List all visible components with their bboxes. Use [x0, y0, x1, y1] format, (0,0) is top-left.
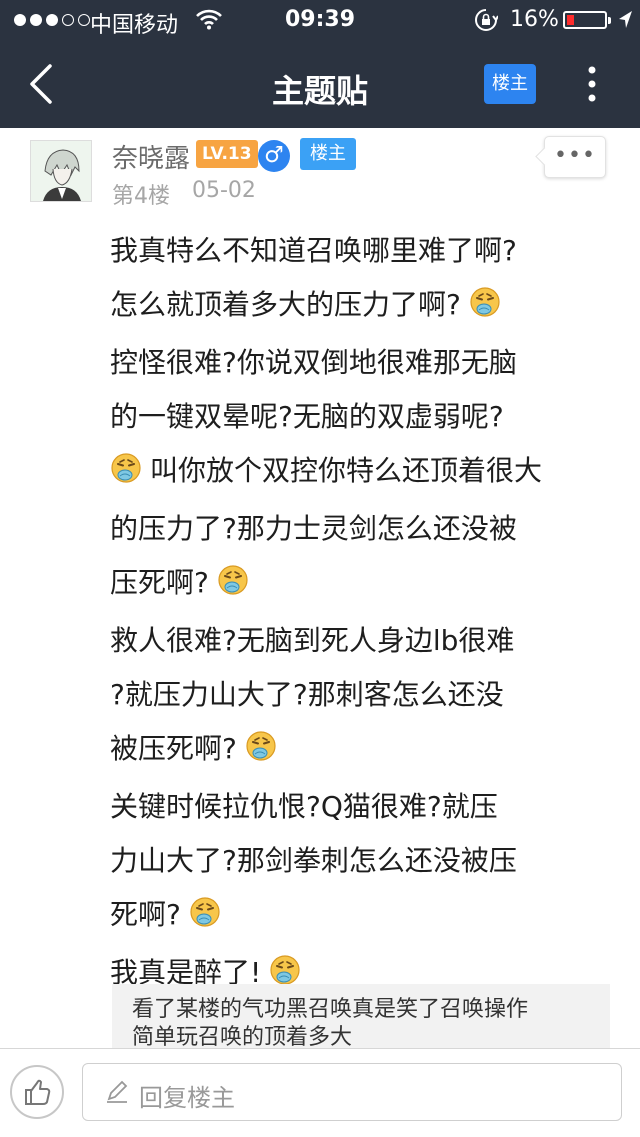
pencil-icon [105, 1080, 129, 1108]
puking-face-emoji [217, 560, 249, 614]
content-line-text: 的一键双晕呢?无脑的双虚弱呢? [110, 400, 504, 433]
content-line-text: 力山大了?那剑拳刺怎么还没被压 [110, 844, 517, 877]
rotation-lock-icon [474, 8, 499, 38]
content-line-text: 叫你放个双控你特么还顶着很大 [150, 454, 543, 487]
puking-face-emoji [245, 726, 277, 780]
quote-line: 简单玩召唤的顶着多大 [132, 1025, 353, 1048]
content-line: 控怪很难?你说双倒地很难那无脑 [110, 336, 610, 390]
battery-percent: 16% [510, 7, 559, 32]
battery-icon [563, 11, 611, 29]
thumbs-up-icon[interactable] [10, 1065, 64, 1119]
status-bar: 中国移动 09:39 16% [0, 0, 640, 40]
navigation-bar: 主题贴 楼主 [0, 40, 640, 128]
content-line-text: ?就压力山大了?那刺客怎么还没 [110, 678, 504, 711]
location-arrow-icon [618, 10, 634, 36]
content-line: 力山大了?那剑拳刺怎么还没被压 [110, 834, 610, 888]
content-line: 叫你放个双控你特么还顶着很大 [110, 444, 610, 502]
content-line-text: 我真特么不知道召唤哪里难了啊? [110, 234, 517, 267]
content-line-text: 控怪很难?你说双倒地很难那无脑 [110, 346, 517, 379]
puking-face-emoji [189, 892, 221, 946]
avatar[interactable] [30, 140, 92, 202]
content-line-text: 的压力了?那力士灵剑怎么还没被 [110, 512, 517, 545]
reply-placeholder: 回复楼主 [139, 1084, 235, 1112]
content-line-text: 关键时候拉仇恨?Q猫很难?就压 [110, 790, 498, 823]
content-line: 我真特么不知道召唤哪里难了啊? [110, 224, 610, 278]
page-title: 主题贴 [271, 72, 368, 110]
author-name[interactable]: 奈晓露 [112, 138, 190, 175]
only-op-button[interactable]: 楼主 [484, 64, 536, 104]
content-line: 被压死啊? [110, 722, 610, 780]
quote-line: 看了某楼的气功黑召唤真是笑了召唤操作 [132, 997, 529, 1022]
content-line: 救人很难?无脑到死人身边lb很难 [110, 614, 610, 668]
reply-input[interactable]: 回复楼主 [82, 1063, 622, 1121]
content-line: ?就压力山大了?那刺客怎么还没 [110, 668, 610, 722]
content-line: 死啊? [110, 888, 610, 946]
post-date: 05-02 [192, 178, 256, 203]
vertical-dots-icon[interactable] [582, 64, 602, 104]
puking-face-emoji [110, 448, 142, 502]
content-line: 的一键双晕呢?无脑的双虚弱呢? [110, 390, 610, 444]
quoted-reply[interactable]: 看了某楼的气功黑召唤真是笑了召唤操作 简单玩召唤的顶着多大 [112, 984, 610, 1048]
puking-face-emoji [469, 282, 501, 336]
content-line-text: 怎么就顶着多大的压力了啊? [110, 288, 461, 321]
content-line-text: 被压死啊? [110, 732, 237, 765]
content-line-text: 救人很难?无脑到死人身边lb很难 [110, 624, 515, 657]
content-line: 关键时候拉仇恨?Q猫很难?就压 [110, 780, 610, 834]
op-badge: 楼主 [300, 138, 356, 170]
content-line: 怎么就顶着多大的压力了啊? [110, 278, 610, 336]
floor-number: 第4楼 [112, 184, 170, 209]
content-line-text: 压死啊? [110, 566, 209, 599]
quote-text: 看了某楼的气功黑召唤真是笑了召唤操作 简单玩召唤的顶着多大 [132, 996, 602, 1048]
level-badge: LV.13 [196, 140, 258, 168]
post-card: 奈晓露 LV.13 ♂ 楼主 第4楼 05-02 ••• 我真特么不知道召唤哪里… [0, 128, 640, 1048]
content-line: 的压力了?那力士灵剑怎么还没被 [110, 502, 610, 556]
post-more-button[interactable]: ••• [544, 136, 606, 178]
content-line: 压死啊? [110, 556, 610, 614]
bottom-bar: 回复楼主 [0, 1048, 640, 1137]
post-content: 我真特么不知道召唤哪里难了啊? 怎么就顶着多大的压力了啊? 控怪很难?你说双倒地很难… [110, 224, 610, 1004]
content-line-text: 死啊? [110, 898, 181, 931]
male-gender-icon: ♂ [258, 140, 290, 172]
